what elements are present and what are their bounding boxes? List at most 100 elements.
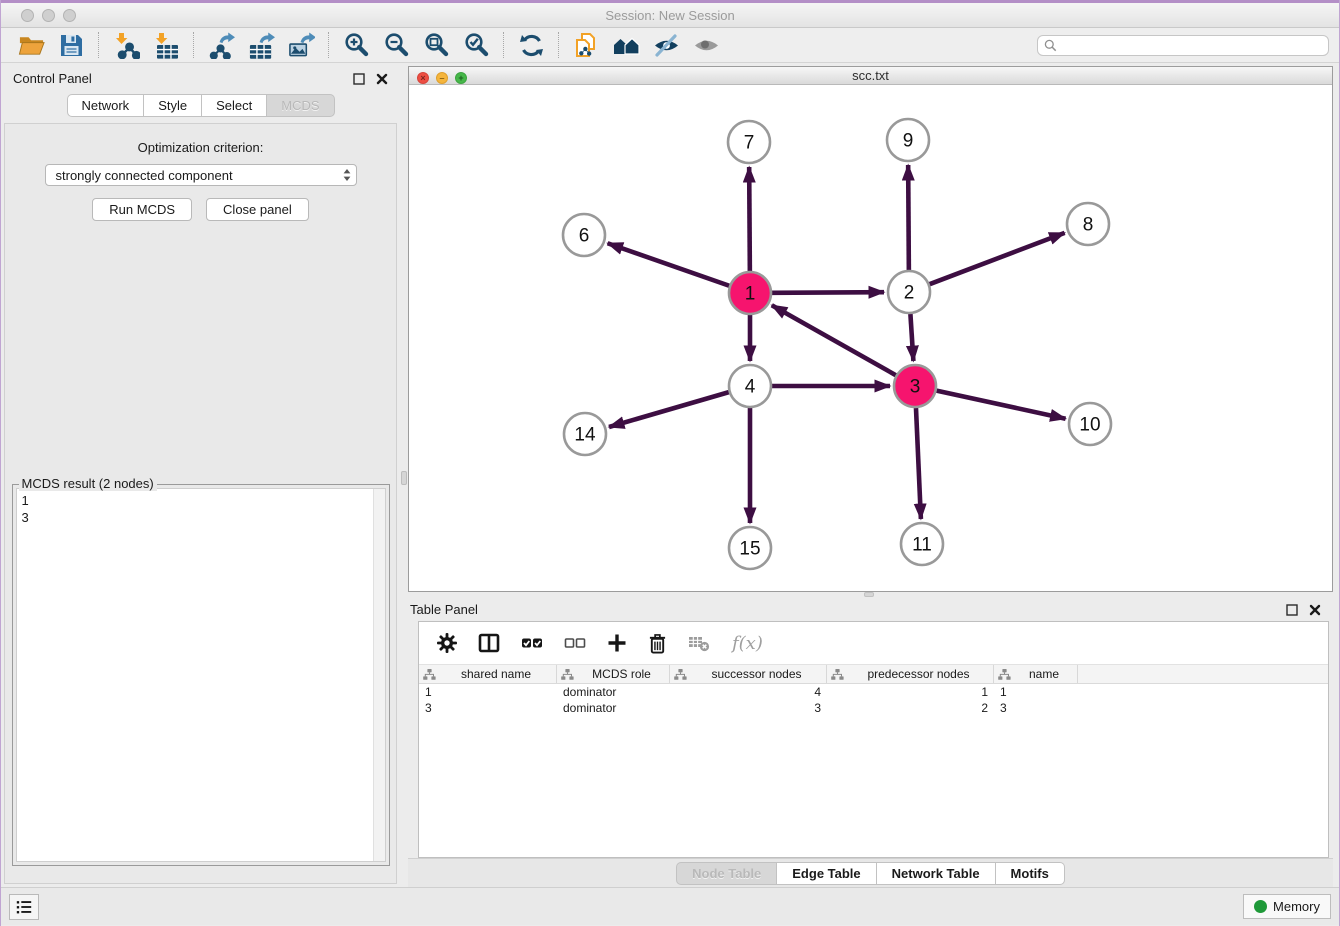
result-scrollbar[interactable]: [373, 489, 385, 861]
graph-node-14[interactable]: 14: [564, 413, 606, 455]
graph-node-9[interactable]: 9: [887, 119, 929, 161]
column-header-predecessor-nodes[interactable]: predecessor nodes: [827, 665, 994, 683]
graph-node-6[interactable]: 6: [563, 214, 605, 256]
tab-motifs[interactable]: Motifs: [996, 862, 1065, 885]
svg-text:4: 4: [745, 377, 756, 398]
graph-node-1[interactable]: 1: [729, 272, 771, 314]
horizontal-splitter[interactable]: [408, 592, 1333, 597]
tab-select[interactable]: Select: [202, 94, 267, 117]
column-header-name[interactable]: name: [994, 665, 1078, 683]
float-panel-icon[interactable]: [1285, 603, 1298, 616]
tab-style[interactable]: Style: [144, 94, 202, 117]
save-session-button[interactable]: [51, 30, 91, 60]
float-panel-icon[interactable]: [352, 72, 365, 85]
graph-node-8[interactable]: 8: [1067, 203, 1109, 245]
import-network-button[interactable]: [106, 30, 146, 60]
network-window-titlebar[interactable]: × – + scc.txt: [409, 67, 1332, 85]
graph-node-4[interactable]: 4: [729, 365, 771, 407]
graph-node-10[interactable]: 10: [1069, 403, 1111, 445]
cell-successor-nodes[interactable]: 4: [670, 685, 827, 699]
graph-edge-1-6[interactable]: [608, 243, 730, 285]
zoom-out-button[interactable]: [376, 30, 416, 60]
window-controls[interactable]: [21, 9, 76, 22]
zoom-window-button[interactable]: [63, 9, 76, 22]
add-column-button[interactable]: [607, 633, 627, 653]
svg-text:14: 14: [574, 425, 596, 446]
zoom-selected-button[interactable]: [456, 30, 496, 60]
graph-edge-1-2[interactable]: [772, 292, 884, 293]
zoom-fit-button[interactable]: [416, 30, 456, 60]
graph-edge-2-3[interactable]: [910, 314, 913, 361]
network-maximize-button[interactable]: +: [455, 72, 467, 84]
column-header-successor-nodes[interactable]: successor nodes: [670, 665, 827, 683]
show-all-button[interactable]: [686, 30, 726, 60]
open-session-button[interactable]: [11, 30, 51, 60]
select-all-rows-button[interactable]: [521, 633, 543, 653]
close-window-button[interactable]: [21, 9, 34, 22]
export-table-button[interactable]: [241, 30, 281, 60]
refresh-button[interactable]: [511, 30, 551, 60]
close-panel-icon[interactable]: [375, 72, 388, 85]
network-canvas[interactable]: 7 9 6 8 1 2 4 3 14 10 15 11: [409, 85, 1332, 591]
table-row[interactable]: 1dominator411: [419, 684, 1328, 700]
graph-edge-3-10[interactable]: [936, 391, 1065, 419]
cell-shared-name[interactable]: 3: [419, 701, 557, 715]
table-row[interactable]: 3dominator323: [419, 700, 1328, 716]
delete-column-button[interactable]: [648, 633, 667, 654]
search-field[interactable]: [1037, 35, 1329, 56]
tab-network-table[interactable]: Network Table: [877, 862, 996, 885]
svg-text:8: 8: [1083, 215, 1094, 236]
export-image-button[interactable]: [281, 30, 321, 60]
cell-successor-nodes[interactable]: 3: [670, 701, 827, 715]
column-visibility-button[interactable]: [478, 633, 500, 653]
column-header-MCDS-role[interactable]: MCDS role: [557, 665, 670, 683]
cell-MCDS-role[interactable]: dominator: [557, 701, 670, 715]
duplicate-network-button[interactable]: [566, 30, 606, 60]
tab-mcds[interactable]: MCDS: [267, 94, 334, 117]
graph-edge-2-9[interactable]: [908, 165, 909, 270]
search-input[interactable]: [1062, 38, 1322, 52]
hide-selected-button[interactable]: [646, 30, 686, 60]
tab-node-table[interactable]: Node Table: [676, 862, 777, 885]
graph-edge-3-1[interactable]: [772, 305, 896, 375]
column-type-icon: [423, 669, 436, 680]
splitter-grip[interactable]: [401, 471, 407, 485]
network-minimize-button[interactable]: –: [436, 72, 448, 84]
graph-node-7[interactable]: 7: [728, 121, 770, 163]
import-table-button[interactable]: [146, 30, 186, 60]
criterion-select[interactable]: strongly connected component: [45, 164, 357, 186]
memory-button[interactable]: Memory: [1243, 894, 1331, 919]
table-settings-button[interactable]: [437, 633, 457, 653]
graph-node-2[interactable]: 2: [888, 271, 930, 313]
tab-network[interactable]: Network: [67, 94, 145, 117]
cell-shared-name[interactable]: 1: [419, 685, 557, 699]
splitter-grip[interactable]: [864, 592, 874, 597]
cell-name[interactable]: 3: [994, 701, 1078, 715]
refresh-icon: [518, 32, 545, 59]
task-history-button[interactable]: [9, 894, 39, 920]
graph-edge-4-14[interactable]: [609, 392, 729, 427]
graph-edge-1-7[interactable]: [749, 167, 750, 271]
graph-edge-2-8[interactable]: [930, 233, 1065, 284]
graph-node-3[interactable]: 3: [894, 365, 936, 407]
network-close-button[interactable]: ×: [417, 72, 429, 84]
close-panel-icon[interactable]: [1308, 603, 1321, 616]
cell-MCDS-role[interactable]: dominator: [557, 685, 670, 699]
graph-node-15[interactable]: 15: [729, 527, 771, 569]
deselect-all-rows-button[interactable]: [564, 633, 586, 653]
run-mcds-button[interactable]: Run MCDS: [92, 198, 192, 221]
column-header-shared-name[interactable]: shared name: [419, 665, 557, 683]
cell-name[interactable]: 1: [994, 685, 1078, 699]
graph-node-11[interactable]: 11: [901, 523, 943, 565]
first-neighbors-button[interactable]: [606, 30, 646, 60]
close-panel-button[interactable]: Close panel: [206, 198, 309, 221]
export-network-button[interactable]: [201, 30, 241, 60]
zoom-in-button[interactable]: [336, 30, 376, 60]
tab-edge-table[interactable]: Edge Table: [777, 862, 876, 885]
svg-text:7: 7: [744, 133, 755, 154]
cell-predecessor-nodes[interactable]: 1: [827, 685, 994, 699]
graph-edge-3-11[interactable]: [916, 408, 921, 519]
vertical-splitter[interactable]: [400, 63, 408, 887]
minimize-window-button[interactable]: [42, 9, 55, 22]
cell-predecessor-nodes[interactable]: 2: [827, 701, 994, 715]
